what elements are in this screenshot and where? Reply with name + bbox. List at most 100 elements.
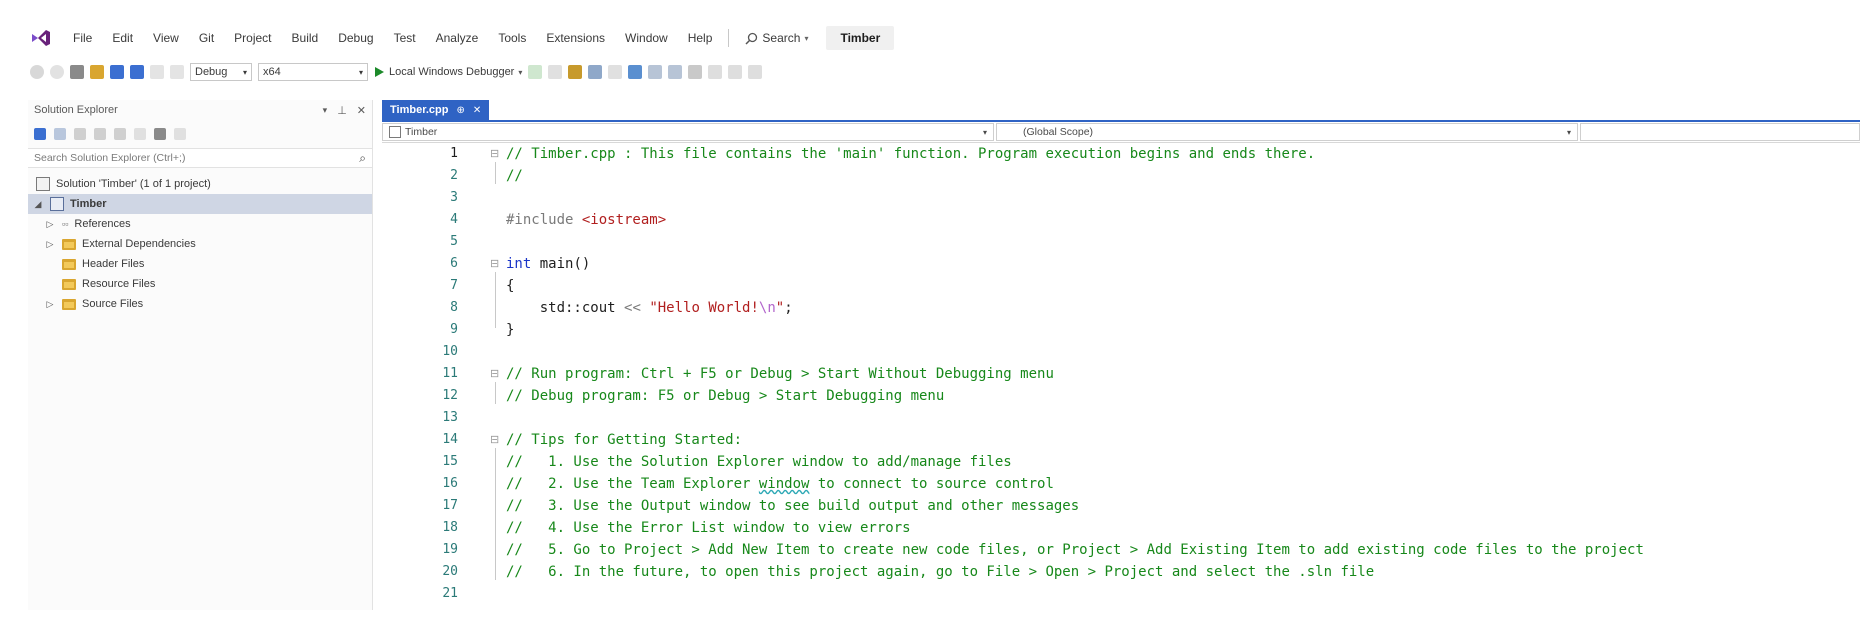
menu-analyze[interactable]: Analyze (426, 26, 489, 50)
start-without-debugging-icon[interactable] (528, 65, 543, 79)
breakpoint-icon[interactable] (628, 65, 643, 79)
sync-icon[interactable] (74, 128, 86, 140)
back-icon[interactable] (30, 65, 44, 79)
tree-item-external-dependencies[interactable]: ▷ External Dependencies (44, 234, 196, 254)
platform-dropdown[interactable]: x64 ▾ (258, 63, 368, 81)
references-icon: ▫▫ (62, 219, 69, 229)
menu-file[interactable]: File (63, 26, 102, 50)
bookmark-clear-icon[interactable] (748, 65, 763, 79)
open-folder-icon[interactable] (90, 65, 104, 79)
search-button[interactable]: Search ▾ (735, 31, 818, 45)
start-debugging-button[interactable]: Local Windows Debugger ▾ (374, 66, 522, 78)
menu-view[interactable]: View (143, 26, 189, 50)
attach-icon[interactable] (548, 65, 563, 79)
save-icon[interactable] (110, 65, 124, 79)
solution-explorer-search[interactable]: Search Solution Explorer (Ctrl+;) ⌕ (28, 148, 372, 168)
code-editor[interactable]: 1 2 3 4 5 6 7 8 9 10 11 12 13 14 15 16 1… (382, 143, 1860, 613)
save-all-icon[interactable] (130, 65, 144, 79)
line-number: 13 (442, 410, 458, 425)
scope-dropdown[interactable]: (Global Scope) ▾ (996, 123, 1578, 141)
navigation-bar: Timber ▾ (Global Scope) ▾ (382, 122, 1860, 143)
search-icon (745, 32, 758, 45)
tab-timber-cpp[interactable]: Timber.cpp ⊕ ✕ (382, 100, 490, 120)
line-number: 5 (450, 234, 458, 249)
string-literal: "Hello World! (649, 300, 759, 316)
search-label: Search (762, 31, 801, 45)
tree-item-label: External Dependencies (82, 238, 196, 250)
expanded-arrow-icon[interactable]: ◢ (32, 199, 44, 210)
pin-icon[interactable]: ⊥ (337, 104, 347, 117)
show-all-files-icon[interactable] (114, 128, 126, 140)
chevron-down-icon: ▾ (358, 67, 363, 77)
menu-debug[interactable]: Debug (328, 26, 383, 50)
collapsed-arrow-icon[interactable]: ▷ (44, 239, 56, 250)
step-icon[interactable] (608, 65, 623, 79)
redo-icon[interactable] (170, 65, 184, 79)
menu-window[interactable]: Window (615, 26, 678, 50)
properties-icon[interactable] (154, 128, 166, 140)
collapsed-arrow-icon[interactable]: ▷ (44, 299, 56, 310)
tab-label: Timber.cpp (390, 104, 449, 116)
menu-tools[interactable]: Tools (488, 26, 536, 50)
collapse-all-icon[interactable] (94, 128, 106, 140)
menu-git[interactable]: Git (189, 26, 224, 50)
menu-edit[interactable]: Edit (102, 26, 143, 50)
tree-solution-node[interactable]: Solution 'Timber' (1 of 1 project) (36, 174, 211, 194)
tree-project-label: Timber (70, 198, 107, 210)
code-line: // 5. Go to Project > Add New Item to cr… (506, 542, 1644, 558)
code-line: // Tips for Getting Started: (506, 432, 743, 448)
project-dropdown[interactable]: Timber ▾ (382, 123, 994, 141)
menu-build[interactable]: Build (282, 26, 329, 50)
new-project-icon[interactable] (70, 65, 84, 79)
solution-explorer-title: Solution Explorer (34, 104, 118, 116)
configuration-dropdown[interactable]: Debug ▾ (190, 63, 252, 81)
menu-extensions[interactable]: Extensions (536, 26, 615, 50)
browser-link-icon[interactable] (568, 65, 583, 79)
forward-icon[interactable] (50, 65, 64, 79)
tree-project-node[interactable]: ◢ Timber (28, 194, 372, 214)
uncomment-icon[interactable] (668, 65, 683, 79)
back-icon[interactable] (54, 128, 66, 140)
chevron-down-icon: ▾ (518, 67, 523, 77)
visual-studio-logo-icon (32, 30, 50, 46)
window-options-icon[interactable]: ▾ (323, 105, 328, 116)
project-icon (389, 126, 401, 138)
line-number: 3 (450, 190, 458, 205)
line-number: 21 (442, 586, 458, 601)
tree-item-label: Source Files (82, 298, 144, 310)
layout-icon[interactable] (588, 65, 603, 79)
code-view-icon[interactable] (134, 128, 146, 140)
switch-views-icon[interactable] (34, 128, 46, 140)
code-line: int main() (506, 253, 590, 275)
bookmark-next-icon[interactable] (728, 65, 743, 79)
menu-help[interactable]: Help (678, 26, 723, 50)
bookmark-icon[interactable] (688, 65, 703, 79)
tree-item-header-files[interactable]: Header Files (44, 254, 144, 274)
tree-item-references[interactable]: ▷ ▫▫ References (44, 214, 131, 234)
tree-item-source-files[interactable]: ▷ Source Files (44, 294, 144, 314)
solution-icon (36, 177, 50, 191)
undo-icon[interactable] (150, 65, 164, 79)
tree-item-label: References (74, 218, 131, 230)
close-icon[interactable]: ✕ (357, 104, 366, 117)
tree-item-resource-files[interactable]: Resource Files (44, 274, 155, 294)
standard-toolbar: Debug ▾ x64 ▾ Local Windows Debugger ▾ (30, 60, 763, 84)
close-tab-icon[interactable]: ✕ (473, 105, 481, 116)
comment-icon[interactable] (648, 65, 663, 79)
bookmark-prev-icon[interactable] (708, 65, 723, 79)
pin-tab-icon[interactable]: ⊕ (456, 105, 464, 116)
include-path: <iostream> (581, 212, 667, 228)
menu-test[interactable]: Test (384, 26, 426, 50)
search-icon: ⌕ (359, 150, 366, 165)
string-literal: " (775, 300, 785, 316)
menu-project[interactable]: Project (224, 26, 281, 50)
member-dropdown[interactable] (1580, 123, 1860, 141)
code-line: } (506, 322, 515, 338)
collapsed-arrow-icon[interactable]: ▷ (44, 219, 56, 230)
tree-item-label: Resource Files (82, 278, 156, 290)
solution-explorer-toolbar (34, 124, 186, 144)
tree-solution-label: Solution 'Timber' (1 of 1 project) (56, 178, 211, 190)
preview-icon[interactable] (174, 128, 186, 140)
comment-text: to connect to source control (809, 476, 1054, 492)
code-line: // 4. Use the Error List window to view … (506, 520, 911, 536)
